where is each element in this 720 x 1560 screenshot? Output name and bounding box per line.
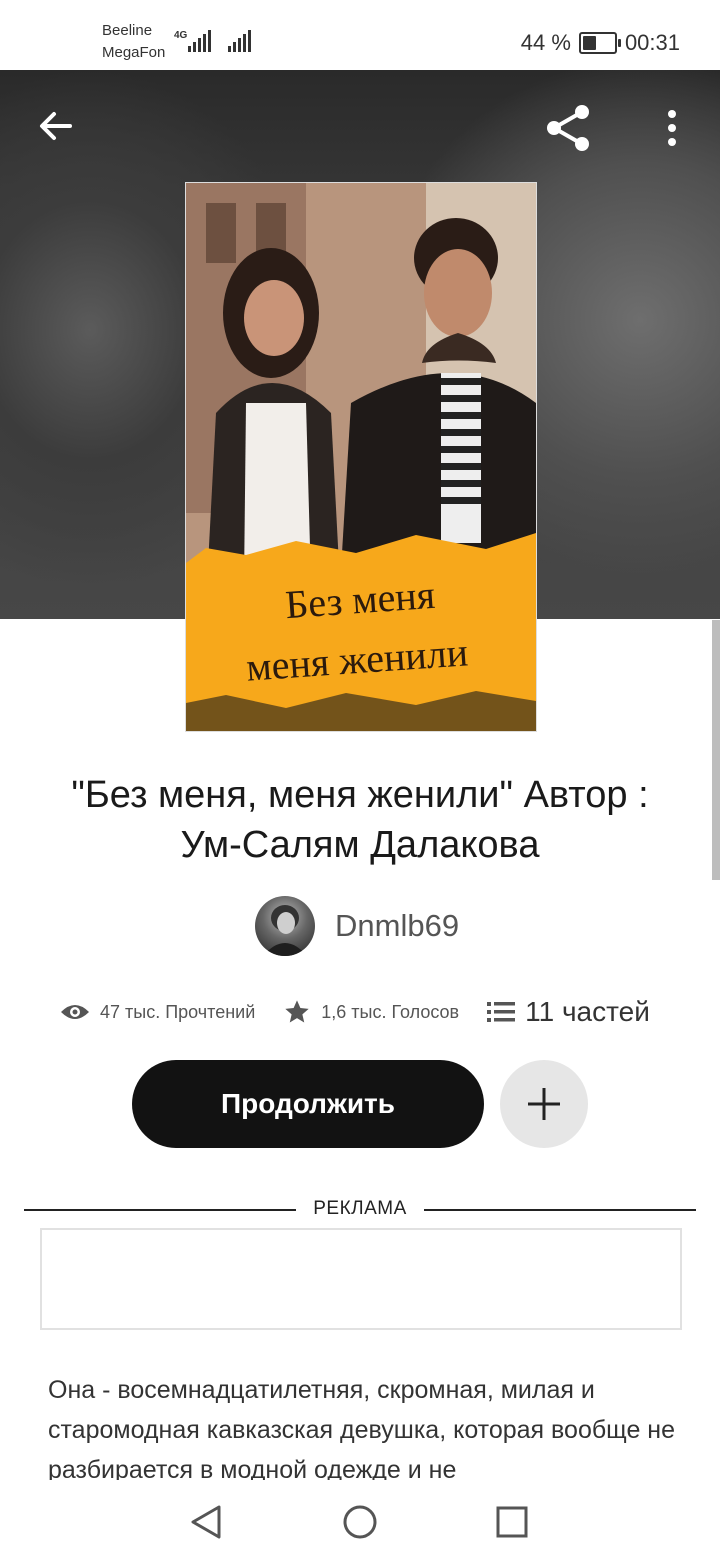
story-description: Она - восемнадцатилетняя, скромная, мила… xyxy=(48,1376,676,1480)
ad-divider-right xyxy=(424,1209,696,1211)
share-button[interactable] xyxy=(540,100,596,156)
more-options-button[interactable] xyxy=(650,100,694,156)
parts-count[interactable]: 11 частей xyxy=(525,996,650,1028)
square-recents-icon xyxy=(496,1506,528,1538)
ad-banner[interactable] xyxy=(40,1228,682,1330)
nav-recents-button[interactable] xyxy=(484,1494,540,1550)
reads-count: 47 тыс. Прочтений xyxy=(100,1001,256,1022)
add-to-library-button[interactable] xyxy=(500,1060,588,1148)
votes-stat: 1,6 тыс. Голосов xyxy=(283,998,459,1026)
battery-icon xyxy=(578,32,621,54)
story-stats: 47 тыс. Прочтений 1,6 тыс. Голосов 11 ча… xyxy=(60,992,670,1032)
list-icon xyxy=(487,1002,516,1022)
story-title: "Без меня, меня женили" Автор : Ум-Салям… xyxy=(71,774,649,866)
svg-text:4G: 4G xyxy=(174,30,188,41)
carrier-2: MegaFon xyxy=(102,44,166,61)
book-cover[interactable]: Без меня меня женили xyxy=(185,182,537,732)
carrier-1: Beeline xyxy=(102,22,153,39)
back-button[interactable] xyxy=(30,100,82,152)
share-icon xyxy=(547,105,589,151)
continue-button[interactable]: Продолжить xyxy=(132,1060,484,1148)
cover-illustration: Без меня меня женили xyxy=(186,183,536,731)
system-nav-bar xyxy=(0,1480,720,1560)
circle-home-icon xyxy=(343,1505,377,1539)
parts-stat[interactable]: 11 частей xyxy=(487,996,650,1028)
author-row[interactable]: Dnmlb69 xyxy=(255,896,459,956)
votes-count: 1,6 тыс. Голосов xyxy=(321,1001,460,1022)
scrollbar[interactable] xyxy=(712,620,720,880)
battery-percent: 44 % xyxy=(520,30,571,55)
status-right: 44 % 00:31 xyxy=(521,30,680,56)
carrier-info: Beeline MegaFon xyxy=(102,20,165,64)
eye-icon xyxy=(61,1005,89,1019)
clock: 00:31 xyxy=(624,30,680,55)
signal-icon xyxy=(228,30,251,52)
ad-divider-left xyxy=(24,1209,296,1211)
author-name[interactable]: Dnmlb69 xyxy=(335,908,459,944)
status-bar: Beeline MegaFon 4G 44 % 00:31 xyxy=(0,0,720,70)
signal-4g-icon: 4G xyxy=(174,30,211,52)
arrow-left-icon xyxy=(40,112,72,140)
triangle-back-icon xyxy=(191,1505,221,1539)
nav-home-button[interactable] xyxy=(332,1494,388,1550)
plus-icon xyxy=(528,1088,560,1120)
ad-label: РЕКЛАМА xyxy=(313,1198,407,1219)
reads-stat: 47 тыс. Прочтений xyxy=(60,1002,255,1023)
nav-back-button[interactable] xyxy=(178,1494,234,1550)
star-icon xyxy=(285,1000,309,1023)
avatar[interactable] xyxy=(255,896,315,956)
more-vertical-icon xyxy=(668,110,676,146)
